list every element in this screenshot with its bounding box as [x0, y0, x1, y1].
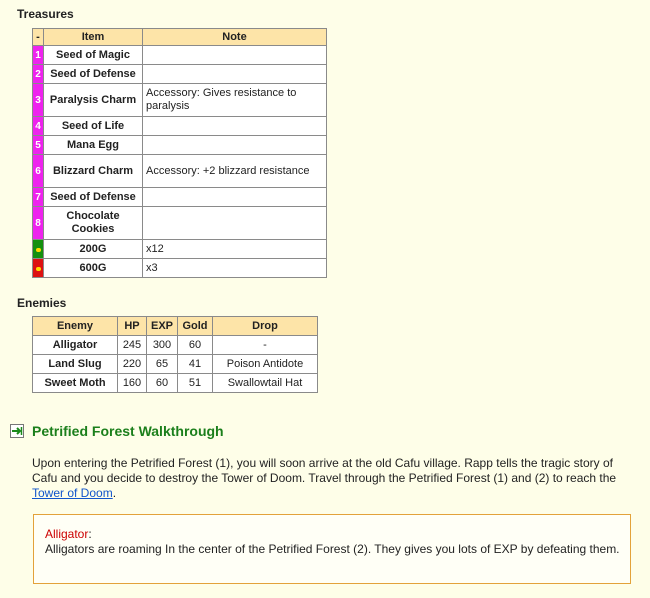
item-note	[142, 64, 327, 84]
row-number: 3	[32, 83, 44, 117]
alligator-callout: Alligator: Alligators are roaming In the…	[33, 514, 631, 584]
treasures-table: - Item Note 1 Seed of Magic 2 Seed of Defen…	[32, 28, 327, 278]
walkthrough-text: Upon entering the Petrified Forest (1), …	[32, 456, 617, 485]
item-note	[142, 116, 327, 136]
table-row: 1 Seed of Magic	[32, 45, 327, 65]
item-name: 200G	[43, 239, 143, 259]
walkthrough-paragraph: Upon entering the Petrified Forest (1), …	[32, 456, 622, 501]
gold-coin-icon	[35, 247, 41, 252]
enemy-drop: -	[212, 335, 318, 355]
treasures-heading: Treasures	[17, 7, 74, 21]
enemy-hp: 245	[117, 335, 147, 355]
item-note	[142, 206, 327, 240]
enemy-exp: 65	[146, 354, 178, 374]
table-row: 4 Seed of Life	[32, 116, 327, 136]
table-row: Sweet Moth 160 60 51 Swallowtail Hat	[32, 373, 318, 393]
item-note: x12	[142, 239, 327, 259]
row-number: 2	[32, 64, 44, 84]
table-row: 5 Mana Egg	[32, 135, 327, 155]
column-header-mark: -	[32, 28, 44, 46]
item-note: Accessory: Gives resistance to paralysis	[142, 83, 327, 117]
row-number: 8	[32, 206, 44, 240]
item-name: Blizzard Charm	[43, 154, 143, 188]
item-note: Accessory: +2 blizzard resistance	[142, 154, 327, 188]
item-note	[142, 135, 327, 155]
table-row: 600G x3	[32, 258, 327, 278]
row-number: 5	[32, 135, 44, 155]
enemy-gold: 41	[177, 354, 213, 374]
gold-coin-icon	[35, 266, 41, 271]
row-number: 6	[32, 154, 44, 188]
callout-colon: :	[88, 527, 92, 541]
enemies-table: Enemy HP EXP Gold Drop Alligator 245 300 60…	[32, 316, 318, 393]
column-header-hp: HP	[117, 316, 147, 336]
enemy-drop: Poison Antidote	[212, 354, 318, 374]
table-row: Alligator 245 300 60-	[32, 335, 318, 355]
enemy-name: Land Slug	[32, 354, 118, 374]
walkthrough-text-end: .	[112, 486, 117, 500]
enemy-hp: 160	[117, 373, 147, 393]
enemy-exp: 60	[146, 373, 178, 393]
item-name: Paralysis Charm	[43, 83, 143, 117]
column-header-exp: EXP	[146, 316, 178, 336]
item-name: Chocolate Cookies	[43, 206, 143, 240]
column-header-enemy: Enemy	[32, 316, 118, 336]
item-name: Mana Egg	[43, 135, 143, 155]
table-row: 3 Paralysis Charm Accessory: Gives resista…	[32, 83, 327, 117]
tower-of-doom-link[interactable]: Tower of Doom	[32, 486, 113, 500]
item-name: Seed of Magic	[43, 45, 143, 65]
table-row: 8 Chocolate Cookies	[32, 206, 327, 240]
gold-marker	[32, 258, 44, 278]
item-name: Seed of Life	[43, 116, 143, 136]
column-header-item: Item	[43, 28, 143, 46]
item-note	[142, 187, 327, 207]
row-number: 1	[32, 45, 44, 65]
column-header-note: Note	[142, 28, 327, 46]
item-name: Seed of Defense	[43, 64, 143, 84]
item-note: x3	[142, 258, 327, 278]
item-note	[142, 45, 327, 65]
item-name: 600G	[43, 258, 143, 278]
column-header-gold: Gold	[177, 316, 213, 336]
column-header-drop: Drop	[212, 316, 318, 336]
table-row: 2 Seed of Defense	[32, 64, 327, 84]
row-number: 4	[32, 116, 44, 136]
enemy-hp: 220	[117, 354, 147, 374]
table-row: 7 Seed of Defense	[32, 187, 327, 207]
callout-text: Alligators are roaming In the center of …	[45, 542, 620, 556]
treasures-header-row: - Item Note	[32, 28, 327, 46]
enemies-heading: Enemies	[17, 296, 67, 310]
walkthrough-header: Petrified Forest Walkthrough	[10, 422, 224, 440]
enemies-header-row: Enemy HP EXP Gold Drop	[32, 316, 318, 336]
enemy-gold: 51	[177, 373, 213, 393]
walkthrough-title: Petrified Forest Walkthrough	[32, 423, 224, 439]
row-number: 7	[32, 187, 44, 207]
item-name: Seed of Defense	[43, 187, 143, 207]
enemy-gold: 60	[177, 335, 213, 355]
enemy-name: Alligator	[32, 335, 118, 355]
table-row: 200G x12	[32, 239, 327, 259]
enemy-name: Sweet Moth	[32, 373, 118, 393]
enemy-exp: 300	[146, 335, 178, 355]
enemy-drop: Swallowtail Hat	[212, 373, 318, 393]
gold-marker	[32, 239, 44, 259]
table-row: Land Slug 220 65 41 Poison Antidote	[32, 354, 318, 374]
callout-title: Alligator	[45, 527, 89, 541]
table-row: 6 Blizzard Charm Accessory: +2 blizzard re…	[32, 154, 327, 188]
arrow-right-icon	[10, 424, 24, 438]
